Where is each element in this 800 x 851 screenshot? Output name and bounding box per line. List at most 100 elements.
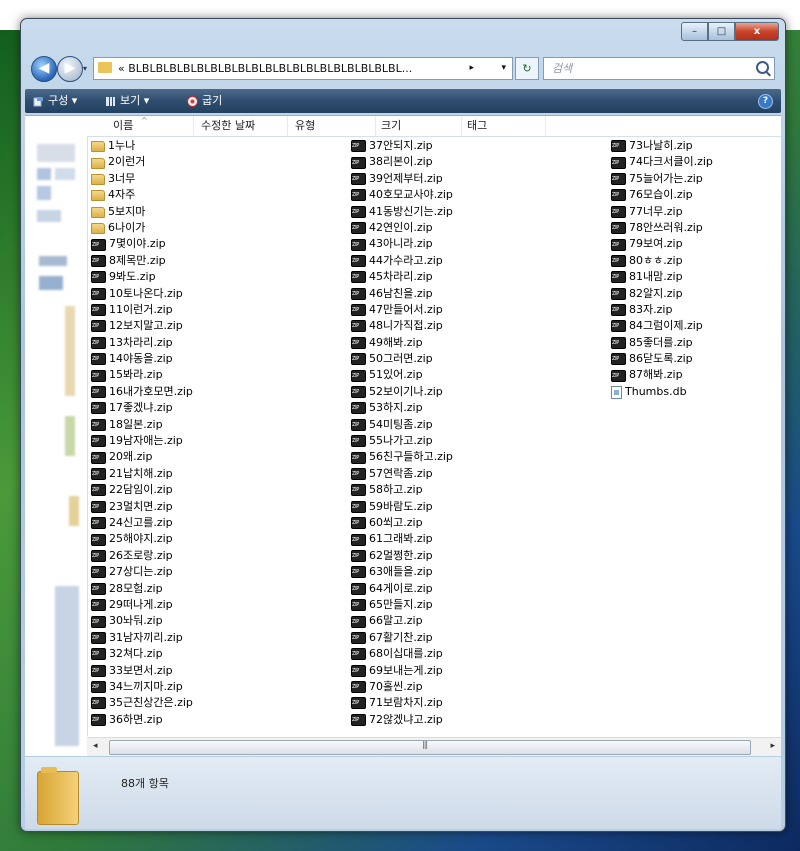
- column-tags[interactable]: 태그: [461, 116, 546, 136]
- file-item[interactable]: 80ㅎㅎ.zip: [611, 253, 713, 269]
- file-item[interactable]: 13차라리.zip: [91, 335, 193, 351]
- file-item[interactable]: 14야동을.zip: [91, 351, 193, 367]
- file-item[interactable]: 25해야지.zip: [91, 531, 193, 547]
- file-item[interactable]: 36하면.zip: [91, 712, 193, 728]
- file-item[interactable]: 35근친상간은.zip: [91, 695, 193, 711]
- file-item[interactable]: 29떠나게.zip: [91, 597, 193, 613]
- file-item[interactable]: 66말고.zip: [351, 613, 453, 629]
- file-item[interactable]: 50그러면.zip: [351, 351, 453, 367]
- file-item[interactable]: 16내가호모면.zip: [91, 384, 193, 400]
- file-item[interactable]: 67활기찬.zip: [351, 630, 453, 646]
- column-date-modified[interactable]: 수정한 날짜: [195, 116, 288, 136]
- file-item[interactable]: 73나날히.zip: [611, 138, 713, 154]
- help-icon[interactable]: ?: [758, 94, 773, 109]
- file-item[interactable]: 77너무.zip: [611, 204, 713, 220]
- file-item[interactable]: 70홀씬.zip: [351, 679, 453, 695]
- file-item[interactable]: 56친구들하고.zip: [351, 449, 453, 465]
- file-item[interactable]: 62멀쩡한.zip: [351, 548, 453, 564]
- recent-pages-dropdown[interactable]: ▾: [83, 64, 87, 73]
- file-item[interactable]: 26조로랑.zip: [91, 548, 193, 564]
- file-item[interactable]: 69보내는게.zip: [351, 663, 453, 679]
- file-item[interactable]: 33보면서.zip: [91, 663, 193, 679]
- file-item[interactable]: 24신고를.zip: [91, 515, 193, 531]
- file-item[interactable]: 22담임이.zip: [91, 482, 193, 498]
- file-item[interactable]: 2이런거: [91, 154, 193, 170]
- file-item[interactable]: 23멀치면.zip: [91, 499, 193, 515]
- file-item[interactable]: 44가수라고.zip: [351, 253, 453, 269]
- scroll-left-arrow-icon[interactable]: ◂: [93, 741, 98, 751]
- file-item[interactable]: 17좋겠냐.zip: [91, 400, 193, 416]
- forward-button[interactable]: ▶: [57, 56, 83, 82]
- file-item[interactable]: 8제목만.zip: [91, 253, 193, 269]
- file-item[interactable]: 83자.zip: [611, 302, 713, 318]
- file-item[interactable]: 19남자애는.zip: [91, 433, 193, 449]
- file-item[interactable]: 11이런거.zip: [91, 302, 193, 318]
- address-path[interactable]: « BLBLBLBLBLBLBLBLBLBLBLBLBLBLBLBLBLBLBL…: [118, 58, 412, 79]
- file-item[interactable]: 59바람도.zip: [351, 499, 453, 515]
- file-item[interactable]: 52보이기나.zip: [351, 384, 453, 400]
- file-item[interactable]: 63애들을.zip: [351, 564, 453, 580]
- file-item[interactable]: 39언제부터.zip: [351, 171, 453, 187]
- file-item[interactable]: 31남자끼리.zip: [91, 630, 193, 646]
- file-item[interactable]: 48니가직접.zip: [351, 318, 453, 334]
- file-item[interactable]: 82알지.zip: [611, 286, 713, 302]
- address-dropdown[interactable]: ▾: [501, 58, 506, 79]
- file-item[interactable]: 64게이로.zip: [351, 581, 453, 597]
- file-item[interactable]: 3너무: [91, 171, 193, 187]
- file-item[interactable]: 37안되지.zip: [351, 138, 453, 154]
- file-item[interactable]: 71보람차지.zip: [351, 695, 453, 711]
- back-button[interactable]: ◀: [31, 56, 57, 82]
- file-item[interactable]: 76모습이.zip: [611, 187, 713, 203]
- file-item[interactable]: 15봐라.zip: [91, 367, 193, 383]
- file-item[interactable]: 38리본이.zip: [351, 154, 453, 170]
- file-item[interactable]: 49해봐.zip: [351, 335, 453, 351]
- file-item[interactable]: 6나이가: [91, 220, 193, 236]
- file-item[interactable]: 30놔둬.zip: [91, 613, 193, 629]
- file-item[interactable]: 78안쓰러워.zip: [611, 220, 713, 236]
- file-item[interactable]: 12보지말고.zip: [91, 318, 193, 334]
- search-icon[interactable]: [756, 61, 769, 74]
- file-item[interactable]: 42연인이.zip: [351, 220, 453, 236]
- file-item[interactable]: 86닫도록.zip: [611, 351, 713, 367]
- file-item[interactable]: 55나가고.zip: [351, 433, 453, 449]
- file-item[interactable]: 58하고.zip: [351, 482, 453, 498]
- file-item[interactable]: 9봐도.zip: [91, 269, 193, 285]
- file-item[interactable]: 46남친을.zip: [351, 286, 453, 302]
- file-item[interactable]: 27상디는.zip: [91, 564, 193, 580]
- scroll-right-arrow-icon[interactable]: ▸: [770, 741, 775, 751]
- refresh-button[interactable]: ↻: [515, 57, 539, 80]
- file-item[interactable]: 54미팅좀.zip: [351, 417, 453, 433]
- maximize-button[interactable]: □: [708, 22, 735, 41]
- file-item[interactable]: 21납치해.zip: [91, 466, 193, 482]
- file-item[interactable]: 53하지.zip: [351, 400, 453, 416]
- burn-button[interactable]: 굽기: [187, 89, 222, 113]
- file-item[interactable]: Thumbs.db: [611, 384, 713, 400]
- file-item[interactable]: 81내맘.zip: [611, 269, 713, 285]
- file-item[interactable]: 85좋더를.zip: [611, 335, 713, 351]
- file-item[interactable]: 68이십대를.zip: [351, 646, 453, 662]
- file-item[interactable]: 18일본.zip: [91, 417, 193, 433]
- file-item[interactable]: 34느끼지마.zip: [91, 679, 193, 695]
- file-item[interactable]: 4자주: [91, 187, 193, 203]
- close-button[interactable]: x: [735, 22, 779, 41]
- file-item[interactable]: 79보여.zip: [611, 236, 713, 252]
- file-item[interactable]: 45차라리.zip: [351, 269, 453, 285]
- organize-menu[interactable]: 구성 ▾: [33, 89, 77, 113]
- search-input[interactable]: 검색: [543, 57, 775, 80]
- minimize-button[interactable]: –: [681, 22, 708, 41]
- column-name[interactable]: ^ 이름: [107, 116, 194, 136]
- views-menu[interactable]: 보기 ▾: [105, 89, 149, 113]
- breadcrumb-arrow[interactable]: ▸: [469, 58, 474, 79]
- file-item[interactable]: 51있어.zip: [351, 367, 453, 383]
- file-item[interactable]: 72않겠냐고.zip: [351, 712, 453, 728]
- file-item[interactable]: 75늘어가는.zip: [611, 171, 713, 187]
- file-item[interactable]: 61그래봐.zip: [351, 531, 453, 547]
- file-item[interactable]: 74다크서클이.zip: [611, 154, 713, 170]
- file-item[interactable]: 10토나온다.zip: [91, 286, 193, 302]
- file-item[interactable]: 41동방신기는.zip: [351, 204, 453, 220]
- file-item[interactable]: 7몇이야.zip: [91, 236, 193, 252]
- file-item[interactable]: 47만들어서.zip: [351, 302, 453, 318]
- scrollbar-thumb[interactable]: |||: [109, 740, 751, 755]
- horizontal-scrollbar[interactable]: ◂ ||| ▸: [87, 737, 781, 756]
- file-item[interactable]: 87해봐.zip: [611, 367, 713, 383]
